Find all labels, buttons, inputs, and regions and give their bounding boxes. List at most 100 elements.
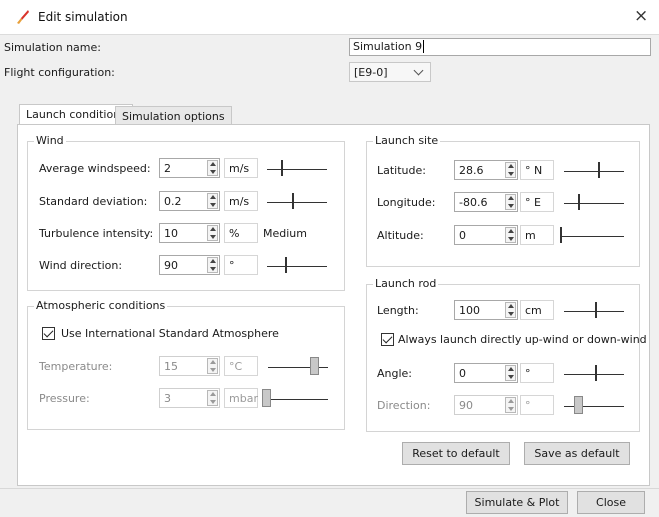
spinner-arrows-icon[interactable]: [207, 225, 218, 241]
window-title: Edit simulation: [38, 10, 128, 24]
angle-label: Angle:: [377, 367, 413, 380]
wind-direction-unit[interactable]: °: [224, 255, 258, 275]
standard-deviation-label: Standard deviation:: [39, 195, 148, 208]
upwind-checkbox-label: Always launch directly up-wind or down-w…: [398, 333, 647, 346]
angle-unit[interactable]: °: [520, 363, 554, 383]
slider-thumb[interactable]: [285, 257, 287, 273]
slider-thumb[interactable]: [292, 193, 294, 209]
pressure-unit[interactable]: mbar: [224, 388, 258, 408]
flight-configuration-value: [E9-0]: [354, 66, 388, 79]
simulation-name-input[interactable]: Simulation 9: [349, 38, 651, 56]
standard-deviation-input[interactable]: 0.2: [159, 191, 220, 211]
pressure-label: Pressure:: [39, 392, 90, 405]
longitude-unit[interactable]: ° E: [520, 192, 554, 212]
direction-slider[interactable]: [564, 395, 624, 415]
spinner-arrows-icon[interactable]: [505, 194, 516, 210]
latitude-label: Latitude:: [377, 164, 426, 177]
standard-deviation-value: 0.2: [164, 195, 182, 208]
longitude-input[interactable]: -80.6: [454, 192, 518, 212]
altitude-value: 0: [459, 229, 466, 242]
turbulence-intensity-unit[interactable]: %: [224, 223, 258, 243]
upwind-checkbox[interactable]: [381, 333, 394, 346]
standard-deviation-unit[interactable]: m/s: [224, 191, 258, 211]
reset-to-default-button[interactable]: Reset to default: [402, 442, 510, 465]
wind-direction-label: Wind direction:: [39, 259, 123, 272]
close-window-icon[interactable]: ×: [634, 6, 648, 26]
slider-thumb[interactable]: [595, 302, 597, 318]
standard-deviation-slider[interactable]: [267, 191, 327, 211]
bottom-separator: [0, 488, 659, 489]
altitude-input[interactable]: 0: [454, 225, 518, 245]
spinner-arrows-icon[interactable]: [207, 193, 218, 209]
length-label: Length:: [377, 304, 419, 317]
rocket-icon: [17, 10, 29, 24]
temperature-slider[interactable]: [268, 356, 328, 376]
latitude-input[interactable]: 28.6: [454, 160, 518, 180]
length-slider[interactable]: [564, 300, 624, 320]
slider-thumb[interactable]: [598, 162, 600, 178]
average-windspeed-unit[interactable]: m/s: [224, 158, 258, 178]
length-value: 100: [459, 304, 480, 317]
spinner-arrows-icon[interactable]: [207, 390, 218, 406]
direction-value: 90: [459, 399, 473, 412]
spinner-arrows-icon[interactable]: [505, 302, 516, 318]
angle-value: 0: [459, 367, 466, 380]
wind-direction-slider[interactable]: [267, 255, 327, 275]
simulate-plot-button[interactable]: Simulate & Plot: [466, 491, 568, 514]
average-windspeed-input[interactable]: 2: [159, 158, 220, 178]
slider-thumb[interactable]: [262, 389, 271, 407]
temperature-input[interactable]: 15: [159, 356, 220, 376]
pressure-value: 3: [164, 392, 171, 405]
altitude-unit[interactable]: m: [520, 225, 554, 245]
slider-thumb[interactable]: [574, 396, 583, 414]
turbulence-level-text: Medium: [263, 227, 307, 240]
average-windspeed-label: Average windspeed:: [39, 162, 151, 175]
pressure-input[interactable]: 3: [159, 388, 220, 408]
latitude-unit[interactable]: ° N: [520, 160, 554, 180]
slider-thumb[interactable]: [281, 160, 283, 176]
direction-input[interactable]: 90: [454, 395, 518, 415]
isa-checkbox-label: Use International Standard Atmosphere: [61, 327, 279, 340]
spinner-arrows-icon[interactable]: [207, 160, 218, 176]
spinner-arrows-icon[interactable]: [207, 358, 218, 374]
length-unit[interactable]: cm: [520, 300, 554, 320]
direction-unit[interactable]: °: [520, 395, 554, 415]
close-button[interactable]: Close: [577, 491, 645, 514]
angle-input[interactable]: 0: [454, 363, 518, 383]
pressure-slider[interactable]: [262, 388, 328, 408]
spinner-arrows-icon[interactable]: [505, 162, 516, 178]
chevron-down-icon: [413, 65, 424, 76]
spinner-arrows-icon[interactable]: [505, 397, 516, 413]
tab-simulation-options[interactable]: Simulation options: [115, 106, 232, 126]
altitude-label: Altitude:: [377, 229, 424, 242]
isa-checkbox[interactable]: [42, 327, 55, 340]
spinner-arrows-icon[interactable]: [207, 257, 218, 273]
slider-thumb[interactable]: [595, 365, 597, 381]
simulation-name-label: Simulation name:: [4, 41, 101, 54]
simulation-name-value: Simulation 9: [353, 40, 423, 53]
longitude-value: -80.6: [459, 196, 488, 209]
wind-group-title: Wind: [34, 134, 66, 147]
temperature-value: 15: [164, 360, 178, 373]
tab-label: Simulation options: [122, 110, 225, 123]
average-windspeed-value: 2: [164, 162, 171, 175]
latitude-slider[interactable]: [564, 160, 624, 180]
spinner-arrows-icon[interactable]: [505, 227, 516, 243]
slider-thumb[interactable]: [560, 227, 562, 243]
save-as-default-button[interactable]: Save as default: [524, 442, 630, 465]
longitude-label: Longitude:: [377, 196, 436, 209]
turbulence-intensity-input[interactable]: 10: [159, 223, 220, 243]
length-input[interactable]: 100: [454, 300, 518, 320]
temperature-label: Temperature:: [39, 360, 113, 373]
slider-thumb[interactable]: [310, 357, 319, 375]
altitude-slider[interactable]: [560, 225, 624, 245]
slider-thumb[interactable]: [578, 194, 580, 210]
temperature-unit[interactable]: °C: [224, 356, 258, 376]
wind-direction-input[interactable]: 90: [159, 255, 220, 275]
longitude-slider[interactable]: [564, 192, 624, 212]
spinner-arrows-icon[interactable]: [505, 365, 516, 381]
angle-slider[interactable]: [564, 363, 624, 383]
average-windspeed-slider[interactable]: [267, 158, 327, 178]
direction-label: Direction:: [377, 399, 431, 412]
flight-configuration-select[interactable]: [E9-0]: [349, 62, 431, 82]
